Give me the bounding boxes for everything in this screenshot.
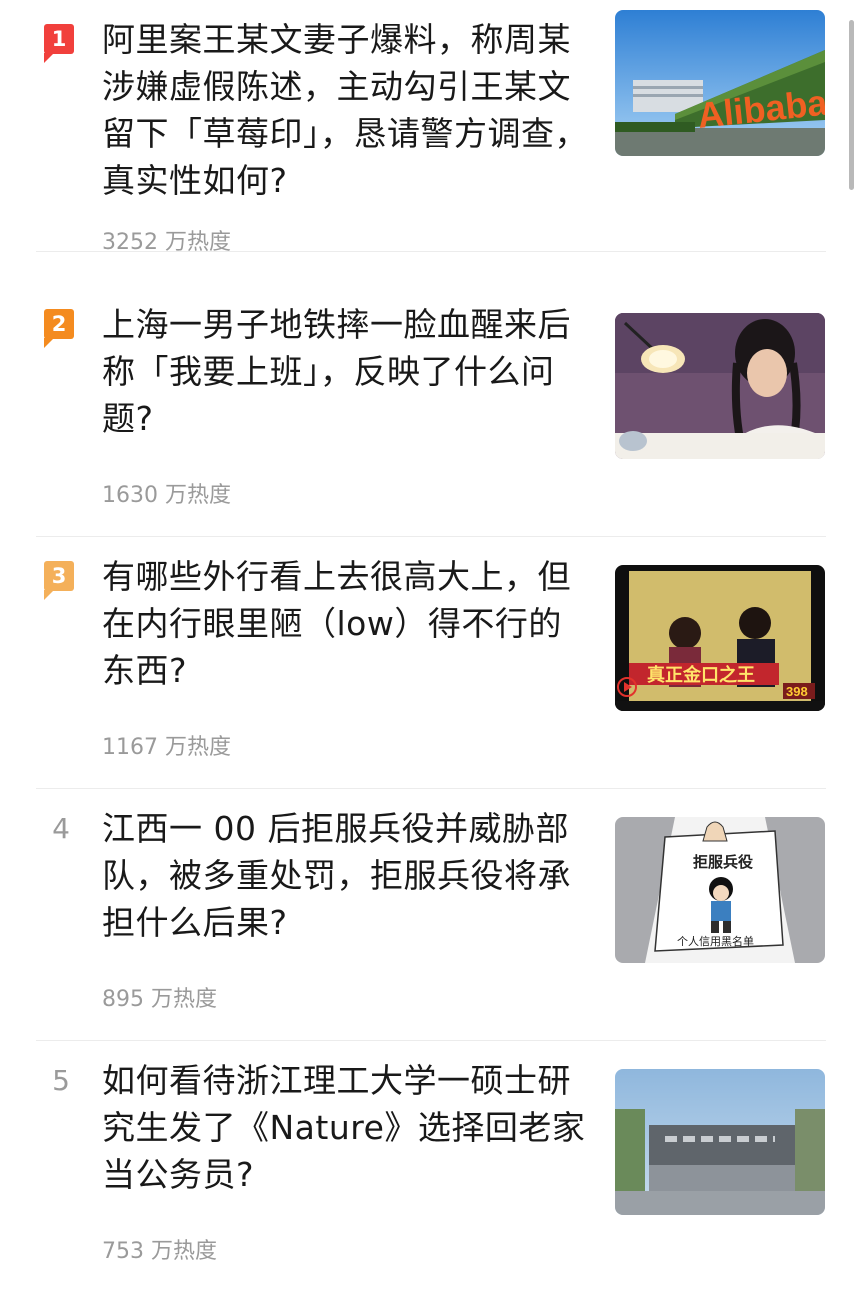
divider [36, 251, 826, 252]
university-gate-image [615, 1069, 825, 1215]
item-thumbnail[interactable]: 拒服兵役 个人信用黑名单 [615, 817, 825, 963]
hot-list-item-1[interactable]: 1 阿里案王某文妻子爆料，称周某涉嫌虚假陈述，主动勾引王某文留下「草莓印」，恳请… [0, 0, 860, 255]
tv-show-video-image: 真正金口之王 398 [615, 565, 825, 711]
rank-badge: 2 [44, 309, 74, 348]
heat-count: 753 万热度 [102, 1239, 217, 1264]
alibaba-building-image: Alibaba [615, 10, 825, 156]
item-thumbnail[interactable] [615, 313, 825, 459]
thumbnail-number: 398 [786, 684, 808, 699]
heat-count: 3252 万热度 [102, 230, 231, 255]
sign-text: 拒服兵役 [693, 853, 753, 871]
rank-badge: 3 [44, 561, 74, 600]
item-title[interactable]: 江西一 00 后拒服兵役并威胁部队，被多重处罚，拒服兵役将承担什么后果? [102, 805, 592, 946]
item-thumbnail[interactable]: Alibaba [615, 10, 825, 156]
scrollbar[interactable] [849, 20, 854, 190]
rank-badge: 1 [44, 24, 74, 63]
bottom-text: 个人信用黑名单 [677, 934, 754, 948]
item-title[interactable]: 如何看待浙江理工大学一硕士研究生发了《Nature》选择回老家当公务员? [102, 1057, 592, 1198]
item-thumbnail[interactable] [615, 1069, 825, 1215]
hot-list-item-5[interactable]: 5 如何看待浙江理工大学一硕士研究生发了《Nature》选择回老家当公务员? 7… [0, 1041, 860, 1293]
item-title[interactable]: 有哪些外行看上去很高大上，但在内行眼里陋（low）得不行的东西? [102, 553, 592, 694]
hot-list-item-3[interactable]: 3 有哪些外行看上去很高大上，但在内行眼里陋（low）得不行的东西? 1167 … [0, 537, 860, 789]
item-thumbnail[interactable]: 真正金口之王 398 [615, 565, 825, 711]
cartoon-illustration-image: 拒服兵役 个人信用黑名单 [615, 817, 825, 963]
item-title[interactable]: 上海一男子地铁摔一脸血醒来后称「我要上班」，反映了什么问题? [102, 301, 592, 442]
woman-writing-image [615, 313, 825, 459]
heat-count: 1630 万热度 [102, 483, 231, 508]
rank-number: 4 [52, 812, 70, 845]
item-title[interactable]: 阿里案王某文妻子爆料，称周某涉嫌虚假陈述，主动勾引王某文留下「草莓印」，恳请警方… [102, 16, 592, 204]
rank-number: 5 [52, 1064, 70, 1097]
hot-list-item-2[interactable]: 2 上海一男子地铁摔一脸血醒来后称「我要上班」，反映了什么问题? 1630 万热… [0, 285, 860, 537]
heat-count: 1167 万热度 [102, 735, 231, 760]
thumbnail-caption: 真正金口之王 [647, 664, 755, 686]
heat-count: 895 万热度 [102, 987, 217, 1012]
hot-list-item-4[interactable]: 4 江西一 00 后拒服兵役并威胁部队，被多重处罚，拒服兵役将承担什么后果? 8… [0, 789, 860, 1041]
